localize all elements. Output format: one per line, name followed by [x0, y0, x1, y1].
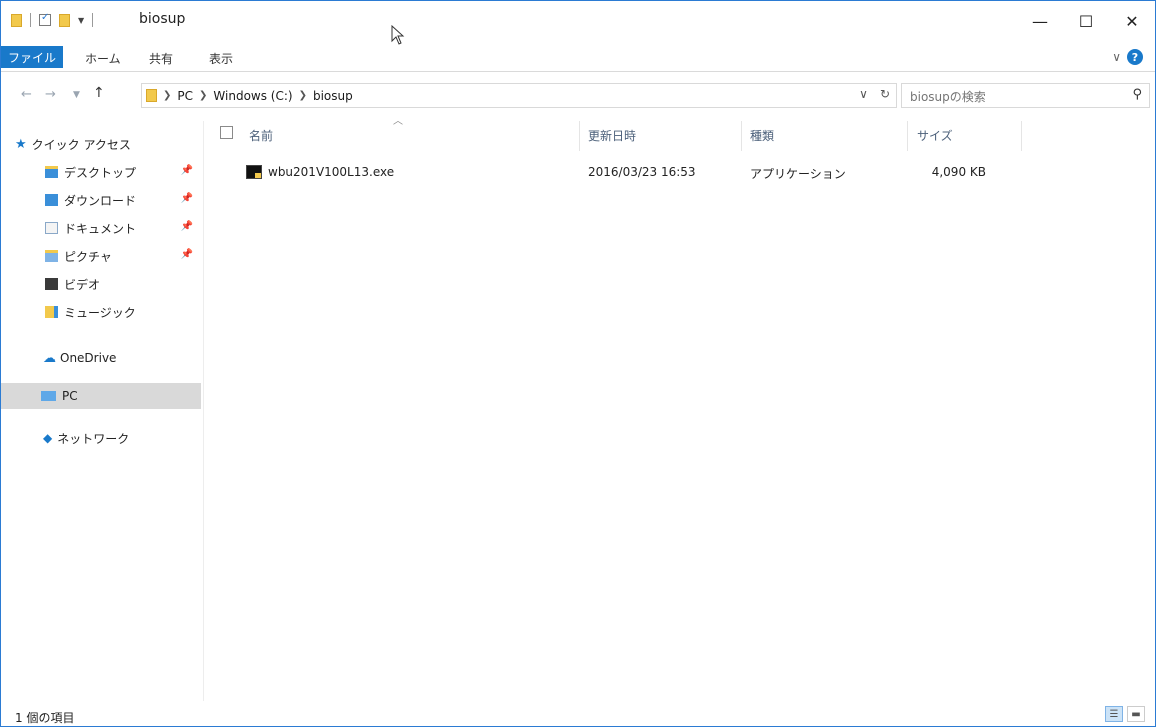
column-divider[interactable]: [741, 121, 742, 151]
recent-locations-chevron-icon[interactable]: ▼: [73, 90, 80, 100]
music-folder-icon: [45, 306, 58, 318]
computer-icon: [41, 391, 56, 401]
breadcrumb-chevron-icon[interactable]: ❯: [163, 90, 171, 101]
file-name[interactable]: wbu201V100L13.exe: [268, 165, 394, 179]
file-modified: 2016/03/23 16:53: [588, 165, 696, 179]
desktop-folder-icon: [45, 166, 58, 178]
title-bar: ▼ biosup — ☐ ✕: [1, 1, 1155, 41]
network-icon: ◆: [43, 431, 53, 445]
sidebar-item-label: ミュージック: [64, 305, 136, 320]
forward-arrow-icon[interactable]: →: [45, 87, 56, 102]
sidebar-item-quick-access[interactable]: ★ クイック アクセス: [1, 131, 215, 157]
sort-ascending-icon: ︿: [393, 116, 403, 127]
sidebar-item-videos[interactable]: ビデオ: [1, 271, 201, 297]
documents-folder-icon: [45, 222, 58, 234]
close-button[interactable]: ✕: [1109, 1, 1155, 41]
pin-icon[interactable]: 📌: [181, 165, 193, 176]
file-size: 4,090 KB: [931, 165, 986, 179]
sidebar-item-music[interactable]: ミュージック: [1, 299, 201, 325]
view-switcher: ☰ ▬: [1105, 706, 1145, 722]
minimize-button[interactable]: —: [1017, 1, 1063, 41]
up-arrow-icon[interactable]: ↑: [93, 85, 105, 101]
sidebar-item-label: OneDrive: [60, 351, 117, 365]
large-icons-view-icon[interactable]: ▬: [1127, 706, 1145, 722]
quick-access-toolbar: ▼: [11, 12, 94, 27]
expand-ribbon-chevron-icon[interactable]: ∨: [1112, 50, 1121, 64]
maximize-button[interactable]: ☐: [1063, 1, 1109, 41]
navigation-row: ← → ▼ ↑ ❯ PC ❯ Windows (C:) ❯ biosup ∨ ↻…: [1, 79, 1155, 111]
sidebar-item-documents[interactable]: ドキュメント 📌: [1, 215, 201, 241]
videos-folder-icon: [45, 278, 58, 290]
column-header-modified[interactable]: 更新日時: [588, 121, 636, 149]
ribbon-right-controls: ∨ ?: [1112, 49, 1143, 65]
address-bar[interactable]: ❯ PC ❯ Windows (C:) ❯ biosup ∨ ↻: [141, 83, 897, 108]
tab-view[interactable]: 表示: [209, 50, 233, 67]
sidebar-item-label: ネットワーク: [57, 431, 130, 446]
search-box[interactable]: ⚲: [901, 83, 1150, 108]
sidebar-item-desktop[interactable]: デスクトップ 📌: [1, 159, 201, 185]
toolbar-separator: [92, 13, 94, 27]
select-all-checkbox[interactable]: [220, 126, 233, 139]
column-divider[interactable]: [907, 121, 908, 151]
pin-icon[interactable]: 📌: [181, 193, 193, 204]
back-arrow-icon[interactable]: ←: [21, 87, 32, 102]
column-header-size[interactable]: サイズ: [917, 121, 953, 149]
new-folder-icon[interactable]: [59, 13, 70, 27]
status-item-count: 1 個の項目: [15, 711, 75, 725]
refresh-icon[interactable]: ↻: [880, 87, 890, 101]
breadcrumb-folder[interactable]: biosup: [313, 89, 353, 103]
window-controls: — ☐ ✕: [1017, 1, 1155, 41]
tab-home[interactable]: ホーム: [85, 50, 121, 67]
breadcrumb-chevron-icon[interactable]: ❯: [199, 90, 207, 101]
folder-icon: [11, 13, 22, 27]
file-type: アプリケーション: [750, 167, 846, 181]
address-history-chevron-icon[interactable]: ∨: [859, 87, 868, 101]
table-row[interactable]: wbu201V100L13.exe 2016/03/23 16:53 アプリケー…: [206, 161, 1026, 185]
column-divider[interactable]: [579, 121, 580, 151]
help-icon[interactable]: ?: [1127, 49, 1143, 65]
navigation-pane: ★ クイック アクセス デスクトップ 📌 ダウンロード 📌 ドキュメント 📌 ピ…: [1, 121, 204, 701]
breadcrumb-pc[interactable]: PC: [177, 89, 193, 103]
file-explorer-window: ▼ biosup — ☐ ✕ ファイル ホーム 共有 表示 ∨ ? ← → ▼ …: [0, 0, 1156, 727]
ribbon-tabs: ファイル ホーム 共有 表示 ∨ ?: [1, 43, 1155, 72]
breadcrumb-chevron-icon[interactable]: ❯: [299, 90, 307, 101]
breadcrumb-drive[interactable]: Windows (C:): [213, 89, 292, 103]
window-title: biosup: [139, 11, 186, 27]
sidebar-item-label: ピクチャ: [64, 249, 112, 264]
downloads-folder-icon: [45, 194, 58, 206]
toolbar-separator: [30, 13, 31, 27]
details-view-icon[interactable]: ☰: [1105, 706, 1123, 722]
pictures-folder-icon: [45, 250, 58, 262]
folder-icon: [146, 89, 157, 102]
sidebar-item-label: PC: [62, 389, 78, 403]
address-tail: ∨ ↻: [859, 87, 890, 101]
sidebar-item-network[interactable]: ◆ ネットワーク: [1, 425, 201, 451]
column-header-type[interactable]: 種類: [750, 121, 774, 149]
sidebar-item-label: ドキュメント: [64, 221, 137, 236]
sidebar-item-label: ダウンロード: [64, 193, 137, 208]
pin-icon[interactable]: 📌: [181, 249, 193, 260]
sidebar-item-label: デスクトップ: [64, 165, 137, 180]
properties-icon[interactable]: [39, 12, 51, 26]
exe-app-icon: [246, 165, 262, 179]
column-divider[interactable]: [1021, 121, 1022, 151]
column-header-name[interactable]: 名前: [249, 121, 273, 149]
tab-share[interactable]: 共有: [149, 50, 173, 67]
sidebar-item-label: クイック アクセス: [31, 137, 131, 152]
sidebar-item-onedrive[interactable]: ☁ OneDrive: [1, 345, 201, 371]
star-icon: ★: [15, 136, 27, 152]
search-icon[interactable]: ⚲: [1132, 87, 1142, 102]
sidebar-item-pc[interactable]: PC: [1, 383, 201, 409]
mouse-cursor-icon: [391, 25, 405, 45]
sidebar-item-pictures[interactable]: ピクチャ 📌: [1, 243, 201, 269]
search-input[interactable]: [908, 85, 1112, 108]
sidebar-item-downloads[interactable]: ダウンロード 📌: [1, 187, 201, 213]
pin-icon[interactable]: 📌: [181, 221, 193, 232]
cloud-icon: ☁: [43, 350, 56, 366]
tab-file[interactable]: ファイル: [1, 46, 63, 68]
customize-toolbar-icon[interactable]: ▼: [78, 16, 84, 25]
sidebar-item-label: ビデオ: [64, 277, 101, 292]
